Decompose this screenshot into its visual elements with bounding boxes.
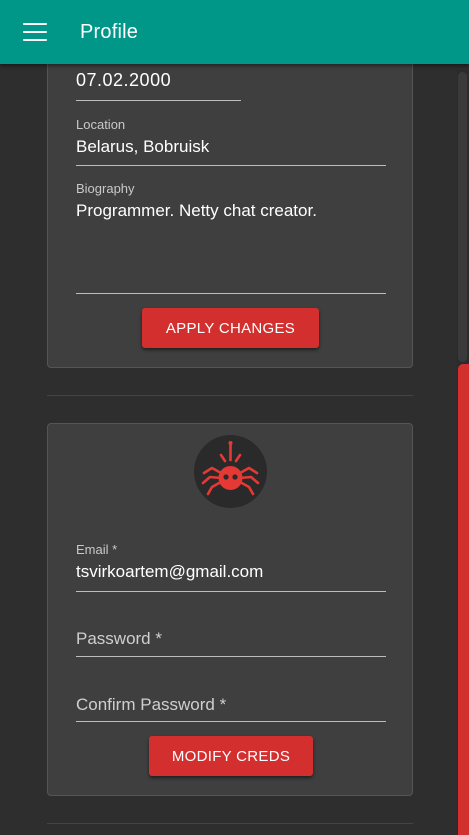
location-value: Belarus, Bobruisk (76, 137, 210, 156)
section-divider (47, 395, 413, 396)
location-field[interactable]: Location Belarus, Bobruisk (76, 117, 209, 157)
scrollbar-upper (458, 72, 467, 362)
page-title: Profile (80, 20, 139, 43)
apply-changes-button[interactable]: APPLY CHANGES (142, 308, 319, 348)
location-label: Location (76, 117, 126, 132)
biography-value: Programmer. Netty chat creator. (76, 201, 317, 220)
biography-field[interactable]: Biography Programmer. Netty chat creator… (76, 181, 317, 221)
spider-icon (194, 435, 267, 508)
credentials-card: Email * tsvirkoartem@gmail.com Password … (47, 423, 413, 796)
biography-underline (76, 293, 386, 294)
email-label: Email * (76, 542, 118, 557)
email-field[interactable]: Email * tsvirkoartem@gmail.com (76, 542, 263, 582)
birth-date-underline (76, 100, 241, 101)
biography-label: Biography (76, 181, 135, 196)
modify-creds-button[interactable]: MODIFY CREDS (149, 736, 313, 776)
confirm-password-placeholder: Confirm Password * (76, 695, 227, 714)
password-underline (76, 656, 386, 657)
email-underline (76, 591, 386, 592)
location-underline (76, 165, 386, 166)
birth-date-field[interactable]: 07.02.2000 (76, 70, 171, 91)
password-field[interactable]: Password * (76, 629, 162, 649)
menu-icon[interactable] (23, 23, 47, 41)
confirm-password-field[interactable]: Confirm Password * (76, 695, 226, 715)
email-value: tsvirkoartem@gmail.com (76, 562, 264, 581)
app-bar: Profile (0, 0, 469, 64)
profile-card: 07.02.2000 Location Belarus, Bobruisk Bi… (47, 40, 413, 368)
password-placeholder: Password * (76, 629, 162, 648)
birth-date-value: 07.02.2000 (76, 70, 172, 90)
section-divider-bottom (47, 823, 413, 824)
confirm-password-underline (76, 721, 386, 722)
scrollbar-thumb[interactable] (458, 364, 469, 835)
